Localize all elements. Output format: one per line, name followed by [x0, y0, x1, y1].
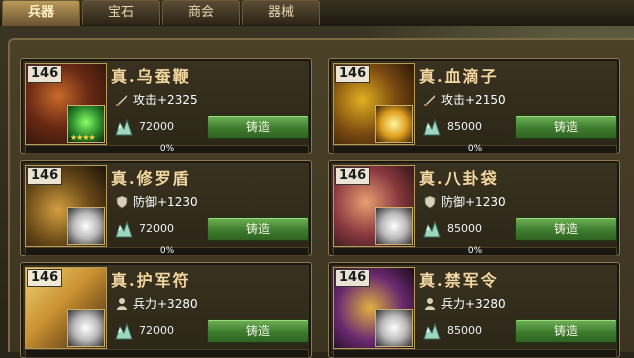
item-level: 146	[27, 65, 63, 83]
tab-bar: 兵器 宝石 商会 器械	[0, 0, 634, 26]
forge-button[interactable]: 铸造	[207, 217, 309, 241]
forge-progress-bar: 0%	[333, 246, 617, 256]
forge-progress-bar: 0%	[333, 144, 617, 154]
ore-icon	[421, 219, 443, 239]
ore-icon	[421, 321, 443, 341]
item-level: 146	[335, 65, 371, 83]
item-level: 146	[27, 269, 63, 287]
tab-weapons[interactable]: 兵器	[2, 0, 80, 26]
white-crystal-icon	[375, 207, 413, 245]
ore-icon	[421, 117, 443, 137]
progress-label: 0%	[159, 144, 175, 154]
item-cost: 72000	[139, 222, 174, 235]
forge-progress-bar: 0%	[25, 144, 309, 154]
forge-button[interactable]: 铸造	[207, 115, 309, 139]
item-card: 146 真.护军符 兵力+3280 72000 铸造	[20, 262, 312, 358]
item-cost: 72000	[139, 120, 174, 133]
item-portrait[interactable]: 146	[25, 267, 107, 349]
green-jade-icon: ★★★★	[67, 105, 105, 143]
gold-crystal-icon	[375, 105, 413, 143]
item-stat: 防御+1230	[133, 195, 198, 209]
sword-icon	[423, 92, 437, 106]
ore-icon	[113, 321, 135, 341]
item-portrait[interactable]: 146	[333, 267, 415, 349]
item-name: 真.禁军令	[419, 271, 499, 290]
item-portrait[interactable]: 146 ★★★★	[25, 63, 107, 145]
item-level: 146	[335, 167, 371, 185]
white-crystal-icon	[67, 207, 105, 245]
item-card: 146 真.八卦袋 防御+1230 85000 铸造 0%	[328, 160, 620, 256]
item-name: 真.修罗盾	[111, 169, 191, 188]
item-stat: 攻击+2150	[441, 93, 506, 107]
tab-machinery[interactable]: 器械	[242, 0, 320, 25]
star-rating: ★★★★	[70, 133, 96, 142]
shield-icon	[115, 194, 129, 209]
item-name: 真.血滴子	[419, 67, 499, 86]
item-name: 真.护军符	[111, 271, 191, 290]
item-level: 146	[335, 269, 371, 287]
forge-button[interactable]: 铸造	[207, 319, 309, 343]
progress-label: 0%	[467, 144, 483, 154]
white-crystal-icon	[375, 309, 413, 347]
soldier-icon	[115, 296, 129, 310]
soldier-icon	[423, 296, 437, 310]
item-cost: 85000	[447, 120, 482, 133]
item-card: 146 真.血滴子 攻击+2150 85000 铸造 0%	[328, 58, 620, 154]
tab-guild[interactable]: 商会	[162, 0, 240, 25]
item-card: 146 ★★★★ 真.乌蚕鞭 攻击+2325 72000 铸造 0%	[20, 58, 312, 154]
item-level: 146	[27, 167, 63, 185]
forge-progress-bar	[333, 349, 617, 358]
forge-button[interactable]: 铸造	[515, 115, 617, 139]
item-name: 真.八卦袋	[419, 169, 499, 188]
forge-progress-bar	[25, 349, 309, 358]
forge-button[interactable]: 铸造	[515, 217, 617, 241]
item-portrait[interactable]: 146	[333, 165, 415, 247]
item-name: 真.乌蚕鞭	[111, 67, 191, 86]
item-portrait[interactable]: 146	[333, 63, 415, 145]
item-cost: 72000	[139, 324, 174, 337]
progress-label: 0%	[467, 246, 483, 256]
item-stat: 兵力+3280	[441, 297, 506, 311]
item-card: 146 真.修罗盾 防御+1230 72000 铸造 0%	[20, 160, 312, 256]
item-stat: 防御+1230	[441, 195, 506, 209]
tab-gems[interactable]: 宝石	[82, 0, 160, 25]
item-stat: 攻击+2325	[133, 93, 198, 107]
ore-icon	[113, 219, 135, 239]
ore-icon	[113, 117, 135, 137]
sword-icon	[115, 92, 129, 106]
item-stat: 兵力+3280	[133, 297, 198, 311]
white-crystal-icon	[67, 309, 105, 347]
forge-progress-bar: 0%	[25, 246, 309, 256]
progress-label: 0%	[159, 246, 175, 256]
forge-button[interactable]: 铸造	[515, 319, 617, 343]
item-portrait[interactable]: 146	[25, 165, 107, 247]
item-card: 146 真.禁军令 兵力+3280 85000 铸造	[328, 262, 620, 358]
item-cost: 85000	[447, 222, 482, 235]
shield-icon	[423, 194, 437, 209]
item-cost: 85000	[447, 324, 482, 337]
